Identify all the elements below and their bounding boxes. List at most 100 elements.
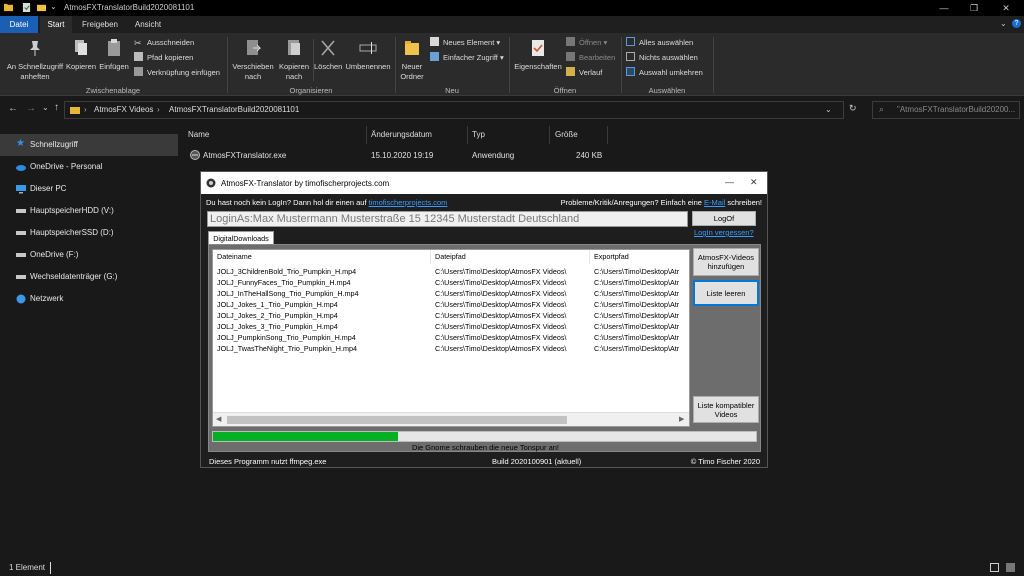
address-bar[interactable]: › AtmosFX Videos › AtmosFXTranslatorBuil… bbox=[64, 101, 844, 119]
list-item[interactable]: JOLJ_3ChildrenBold_Trio_Pumpkin_H.mp4 C:\… bbox=[213, 267, 689, 278]
ribbon-divider bbox=[713, 37, 714, 93]
clear-list-button[interactable]: Liste leeren bbox=[693, 280, 759, 306]
row-filepath: C:\Users\Timo\Desktop\AtmosFX Videos\ bbox=[435, 344, 567, 353]
new-item-button[interactable]: Neues Element ▾ bbox=[430, 37, 500, 49]
minimize-icon[interactable]: — bbox=[930, 0, 958, 16]
select-none-button[interactable]: Nichts auswählen bbox=[626, 52, 698, 64]
column-header-size[interactable]: Größe bbox=[555, 130, 578, 139]
scroll-right-icon[interactable]: ▶ bbox=[679, 415, 684, 423]
list-item[interactable]: JOLJ_PumpkinSong_Trio_Pumpkin_H.mp4 C:\Us… bbox=[213, 333, 689, 344]
dialog-minimize-icon[interactable]: — bbox=[725, 177, 734, 187]
maximize-icon[interactable]: ❐ bbox=[960, 0, 988, 16]
sidebar-item-network[interactable]: Netzwerk bbox=[0, 288, 178, 310]
recent-dropdown-icon[interactable]: ⌄ bbox=[42, 103, 49, 112]
delete-button[interactable]: Löschen bbox=[314, 39, 342, 72]
scroll-left-icon[interactable]: ◀ bbox=[216, 415, 221, 423]
add-videos-label: AtmosFX-Videos bbox=[697, 253, 755, 262]
new-folder-icon[interactable] bbox=[37, 3, 46, 12]
tab-ansicht[interactable]: Ansicht bbox=[128, 16, 168, 33]
search-input[interactable]: ⌕ "AtmosFXTranslatorBuild20200... bbox=[872, 101, 1020, 119]
up-icon[interactable]: ↑ bbox=[54, 102, 59, 113]
row-exportpath: C:\Users\Timo\Desktop\Atr bbox=[594, 267, 680, 276]
paste-shortcut-button[interactable]: Verknüpfung einfügen bbox=[134, 67, 220, 79]
back-icon[interactable]: ← bbox=[8, 103, 18, 114]
horizontal-scrollbar[interactable]: ◀ ▶ bbox=[213, 412, 689, 426]
breadcrumb-item[interactable]: AtmosFXTranslatorBuild2020081101 bbox=[169, 105, 299, 114]
login-field[interactable]: LoginAs:Max Mustermann Musterstraße 15 1… bbox=[207, 211, 688, 227]
select-all-icon bbox=[626, 37, 635, 46]
delete-label: Löschen bbox=[314, 62, 343, 71]
sidebar-item-drive-f[interactable]: OneDrive (F:) bbox=[0, 244, 178, 266]
logoff-button[interactable]: LogOf bbox=[692, 211, 756, 226]
easy-access-button[interactable]: Einfacher Zugriff ▾ bbox=[430, 52, 504, 64]
address-dropdown-icon[interactable]: ⌄ bbox=[825, 105, 832, 114]
list-item[interactable]: JOLJ_TwasTheNight_Trio_Pumpkin_H.mp4 C:\U… bbox=[213, 344, 689, 355]
list-item[interactable]: JOLJ_Jokes_2_Trio_Pumpkin_H.mp4 C:\Users\… bbox=[213, 311, 689, 322]
open-button[interactable]: Öffnen ▾ bbox=[566, 37, 607, 49]
add-videos-button[interactable]: AtmosFX-Videos hinzufügen bbox=[693, 248, 759, 276]
scrollbar-thumb[interactable] bbox=[227, 416, 567, 424]
close-icon[interactable]: ✕ bbox=[992, 0, 1020, 16]
sidebar-item-quick-access[interactable]: ★ Schnellzugriff bbox=[0, 134, 178, 156]
list-item[interactable]: JOLJ_Jokes_3_Trio_Pumpkin_H.mp4 C:\Users\… bbox=[213, 322, 689, 333]
edit-button[interactable]: Bearbeiten bbox=[566, 52, 615, 64]
row-filename: JOLJ_TwasTheNight_Trio_Pumpkin_H.mp4 bbox=[217, 344, 357, 353]
move-to-icon bbox=[247, 40, 262, 55]
rename-button[interactable]: Umbenennen bbox=[344, 39, 392, 72]
select-all-button[interactable]: Alles auswählen bbox=[626, 37, 693, 49]
copy-path-button[interactable]: Pfad kopieren bbox=[134, 52, 193, 64]
pin-quick-access-button[interactable]: An Schnellzugriff anheften bbox=[4, 39, 66, 82]
details-view-icon[interactable] bbox=[990, 563, 999, 572]
video-list[interactable]: Dateiname Dateipfad Exportpfad JOLJ_3Chi… bbox=[212, 249, 690, 427]
column-header-filepath[interactable]: Dateipfad bbox=[431, 250, 590, 264]
column-header-type[interactable]: Typ bbox=[472, 130, 485, 139]
list-item[interactable]: JOLJ_InTheHallSong_Trio_Pumpkin_H.mp4 C:\… bbox=[213, 289, 689, 300]
column-header-name[interactable]: Name bbox=[188, 130, 209, 139]
breadcrumb-item[interactable]: AtmosFX Videos bbox=[94, 105, 153, 114]
properties-icon[interactable] bbox=[22, 3, 31, 12]
quick-access-dropdown-icon[interactable]: ⌄ bbox=[50, 2, 57, 11]
dialog-close-icon[interactable]: ✕ bbox=[750, 177, 758, 188]
sidebar-item-this-pc[interactable]: Dieser PC bbox=[0, 178, 178, 200]
new-folder-button[interactable]: Neuer Ordner bbox=[397, 39, 427, 82]
paste-button[interactable]: Einfügen bbox=[98, 39, 130, 72]
refresh-icon[interactable]: ↻ bbox=[849, 103, 857, 114]
sidebar-item-drive-d[interactable]: HauptspeicherSSD (D:) bbox=[0, 222, 178, 244]
sidebar-item-label: Netzwerk bbox=[30, 294, 64, 303]
application-icon bbox=[190, 150, 200, 160]
tab-digital-downloads[interactable]: DigitalDownloads bbox=[208, 231, 274, 245]
copy-to-button[interactable]: Kopieren nach bbox=[276, 39, 312, 82]
compatible-videos-button[interactable]: Liste kompatibler Videos bbox=[693, 396, 759, 423]
list-item[interactable]: JOLJ_FunnyFaces_Trio_Pumpkin_H.mp4 C:\Use… bbox=[213, 278, 689, 289]
row-filename: JOLJ_Jokes_2_Trio_Pumpkin_H.mp4 bbox=[217, 311, 338, 320]
tiles-view-icon[interactable] bbox=[1006, 563, 1015, 572]
forward-icon[interactable]: → bbox=[26, 103, 36, 114]
sidebar-item-onedrive-personal[interactable]: OneDrive - Personal bbox=[0, 156, 178, 178]
invert-selection-icon bbox=[626, 67, 635, 76]
sidebar-item-drive-v[interactable]: HauptspeicherHDD (V:) bbox=[0, 200, 178, 222]
tab-freigeben[interactable]: Freigeben bbox=[76, 16, 124, 33]
tab-start[interactable]: Start bbox=[40, 16, 72, 33]
forgot-login-link-text: LogIn vergessen? bbox=[694, 228, 754, 237]
email-link[interactable]: E-Mail bbox=[704, 198, 725, 207]
sidebar-item-drive-g[interactable]: Wechseldatenträger (G:) bbox=[0, 266, 178, 288]
progress-status-text: Die Gnome schrauben die neue Tonspur an! bbox=[411, 443, 560, 452]
dialog-body: Du hast noch kein LogIn? Dann hol dir ei… bbox=[201, 194, 767, 467]
column-divider bbox=[467, 126, 468, 144]
column-header-exportpath[interactable]: Exportpfad bbox=[590, 250, 689, 264]
invert-selection-button[interactable]: Auswahl umkehren bbox=[626, 67, 703, 79]
website-link[interactable]: timofischerprojects.com bbox=[369, 198, 448, 207]
column-header-date[interactable]: Änderungsdatum bbox=[371, 130, 432, 139]
copy-button[interactable]: Kopieren bbox=[66, 39, 96, 72]
cut-button[interactable]: ✂ Ausschneiden bbox=[134, 37, 194, 49]
column-header-filename[interactable]: Dateiname bbox=[213, 250, 431, 264]
history-button[interactable]: Verlauf bbox=[566, 67, 602, 79]
tab-datei[interactable]: Datei bbox=[0, 16, 38, 33]
forgot-login-link[interactable]: LogIn vergessen? bbox=[694, 228, 754, 237]
properties-button[interactable]: Eigenschaften bbox=[512, 39, 564, 72]
move-to-button[interactable]: Verschieben nach bbox=[230, 39, 276, 82]
help-icon[interactable]: ? bbox=[1012, 19, 1021, 28]
ribbon-collapse-icon[interactable]: ⌄ bbox=[1000, 19, 1007, 28]
drive-icon bbox=[16, 209, 26, 213]
list-item[interactable]: JOLJ_Jokes_1_Trio_Pumpkin_H.mp4 C:\Users\… bbox=[213, 300, 689, 311]
